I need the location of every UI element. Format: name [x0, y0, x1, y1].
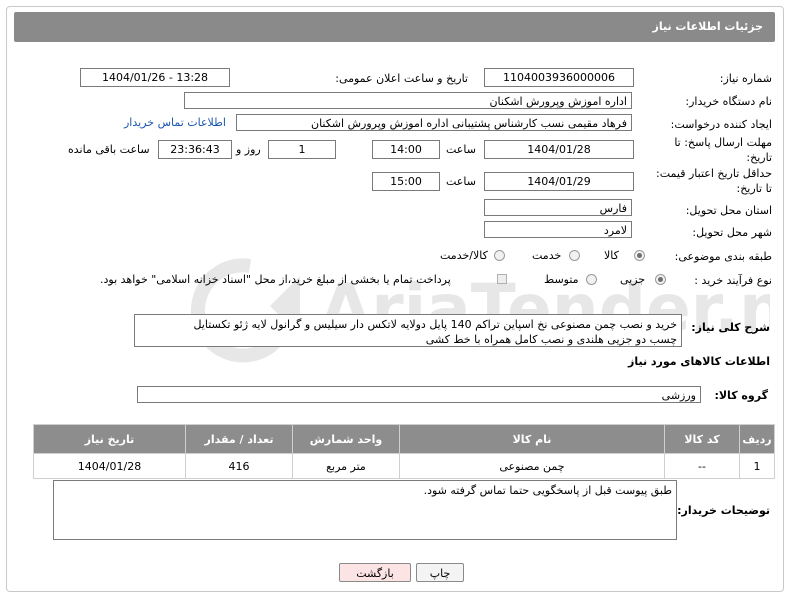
- process-radio-minor[interactable]: [655, 274, 666, 285]
- col-header-code: کد کالا: [664, 424, 740, 454]
- cell-quantity: 416: [185, 453, 293, 479]
- process-radio-medium[interactable]: [586, 274, 597, 285]
- reply-days-field[interactable]: 1: [268, 140, 336, 159]
- reply-date-field[interactable]: 1404/01/28: [484, 140, 634, 159]
- page-header: جزئیات اطلاعات نیاز: [14, 12, 775, 42]
- need-number-label: شماره نیاز:: [719, 72, 772, 85]
- treasury-note: پرداخت تمام یا بخشی از مبلغ خرید،از محل …: [100, 273, 451, 286]
- goods-section-title: اطلاعات کالاهای مورد نیاز: [628, 355, 770, 368]
- goods-group-label: گروه کالا:: [714, 389, 768, 402]
- cell-unit: متر مربع: [292, 453, 400, 479]
- description-line-1: خرید و نصب چمن مصنوعی نخ اسپاین تراکم 14…: [193, 318, 677, 331]
- col-header-unit: واحد شمارش: [292, 424, 400, 454]
- creator-label: ایجاد کننده درخواست:: [670, 118, 772, 131]
- announce-field[interactable]: 1404/01/26 - 13:28: [80, 68, 230, 87]
- category-label: طبقه بندی موضوعی:: [674, 250, 772, 263]
- description-field[interactable]: خرید و نصب چمن مصنوعی نخ اسپاین تراکم 14…: [134, 314, 682, 347]
- items-table: ردیف کد کالا نام کالا واحد شمارش تعداد /…: [33, 424, 775, 479]
- price-validity-time-label: ساعت: [446, 175, 476, 188]
- col-header-name: نام کالا: [399, 424, 665, 454]
- description-line-2: چسب دو جزیی هلندی و نصب کامل همراه با خط…: [425, 333, 677, 346]
- buyer-notes-text: طبق پیوست قبل از پاسخگویی حتما تماس گرفت…: [423, 484, 672, 497]
- purchase-process-label: نوع فرآیند خرید :: [694, 274, 772, 287]
- buyer-contact-link[interactable]: اطلاعات تماس خریدار: [124, 116, 226, 129]
- reply-time-field[interactable]: 14:00: [372, 140, 440, 159]
- cell-item-code: --: [664, 453, 740, 479]
- price-validity-date-field[interactable]: 1404/01/29: [484, 172, 634, 191]
- category-option-service: خدمت: [532, 249, 562, 262]
- category-radio-both[interactable]: [494, 250, 505, 261]
- remaining-time-field[interactable]: 23:36:43: [158, 140, 232, 159]
- cell-item-name: چمن مصنوعی: [399, 453, 665, 479]
- need-number-field[interactable]: 1104003936000006: [484, 68, 634, 87]
- col-header-quantity: تعداد / مقدار: [185, 424, 293, 454]
- print-button[interactable]: چاپ: [416, 563, 464, 582]
- announce-label: تاریخ و ساعت اعلان عمومی:: [335, 72, 468, 85]
- goods-group-field[interactable]: ورزشی: [137, 386, 701, 403]
- treasury-checkbox[interactable]: [497, 274, 507, 284]
- price-validity-time-field[interactable]: 15:00: [372, 172, 440, 191]
- reply-deadline-label-2: تاریخ:: [746, 151, 772, 164]
- creator-field[interactable]: فرهاد مقیمی نسب کارشناس پشتیبانی اداره ا…: [236, 114, 632, 131]
- reply-time-label: ساعت: [446, 143, 476, 156]
- process-option-medium: متوسط: [544, 273, 579, 286]
- buyer-org-label: نام دستگاه خریدار:: [685, 95, 772, 108]
- cell-row-number: 1: [739, 453, 775, 479]
- price-validity-label-2: تا تاریخ:: [736, 182, 772, 195]
- col-header-row: ردیف: [739, 424, 775, 454]
- description-label: شرح کلی نیاز:: [691, 321, 770, 334]
- col-header-date: تاریخ نیاز: [33, 424, 186, 454]
- reply-days-label: روز و: [236, 143, 261, 156]
- category-radio-goods[interactable]: [634, 250, 645, 261]
- price-validity-label-1: حداقل تاریخ اعتبار قیمت:: [656, 167, 772, 180]
- page-title: جزئیات اطلاعات نیاز: [652, 20, 764, 33]
- back-button[interactable]: بازگشت: [339, 563, 411, 582]
- table-row[interactable]: 1 -- چمن مصنوعی متر مربع 416 1404/01/28: [33, 453, 775, 479]
- buyer-org-field[interactable]: اداره اموزش وپرورش اشکنان: [184, 92, 632, 109]
- city-label: شهر محل تحویل:: [692, 226, 772, 239]
- city-field[interactable]: لامرد: [484, 221, 632, 238]
- buyer-notes-field[interactable]: طبق پیوست قبل از پاسخگویی حتما تماس گرفت…: [53, 480, 677, 540]
- table-header-row: ردیف کد کالا نام کالا واحد شمارش تعداد /…: [33, 424, 775, 454]
- reply-deadline-label-1: مهلت ارسال پاسخ: تا: [674, 136, 772, 149]
- province-label: استان محل تحویل:: [685, 204, 772, 217]
- process-option-minor: جزیی: [620, 273, 646, 286]
- province-field[interactable]: فارس: [484, 199, 632, 216]
- category-radio-service[interactable]: [569, 250, 580, 261]
- buyer-notes-label: توضیحات خریدار:: [677, 504, 770, 517]
- category-option-both: کالا/خدمت: [440, 249, 488, 262]
- cell-need-date: 1404/01/28: [33, 453, 186, 479]
- remaining-time-label: ساعت باقی مانده: [68, 143, 150, 156]
- category-option-goods: کالا: [604, 249, 619, 262]
